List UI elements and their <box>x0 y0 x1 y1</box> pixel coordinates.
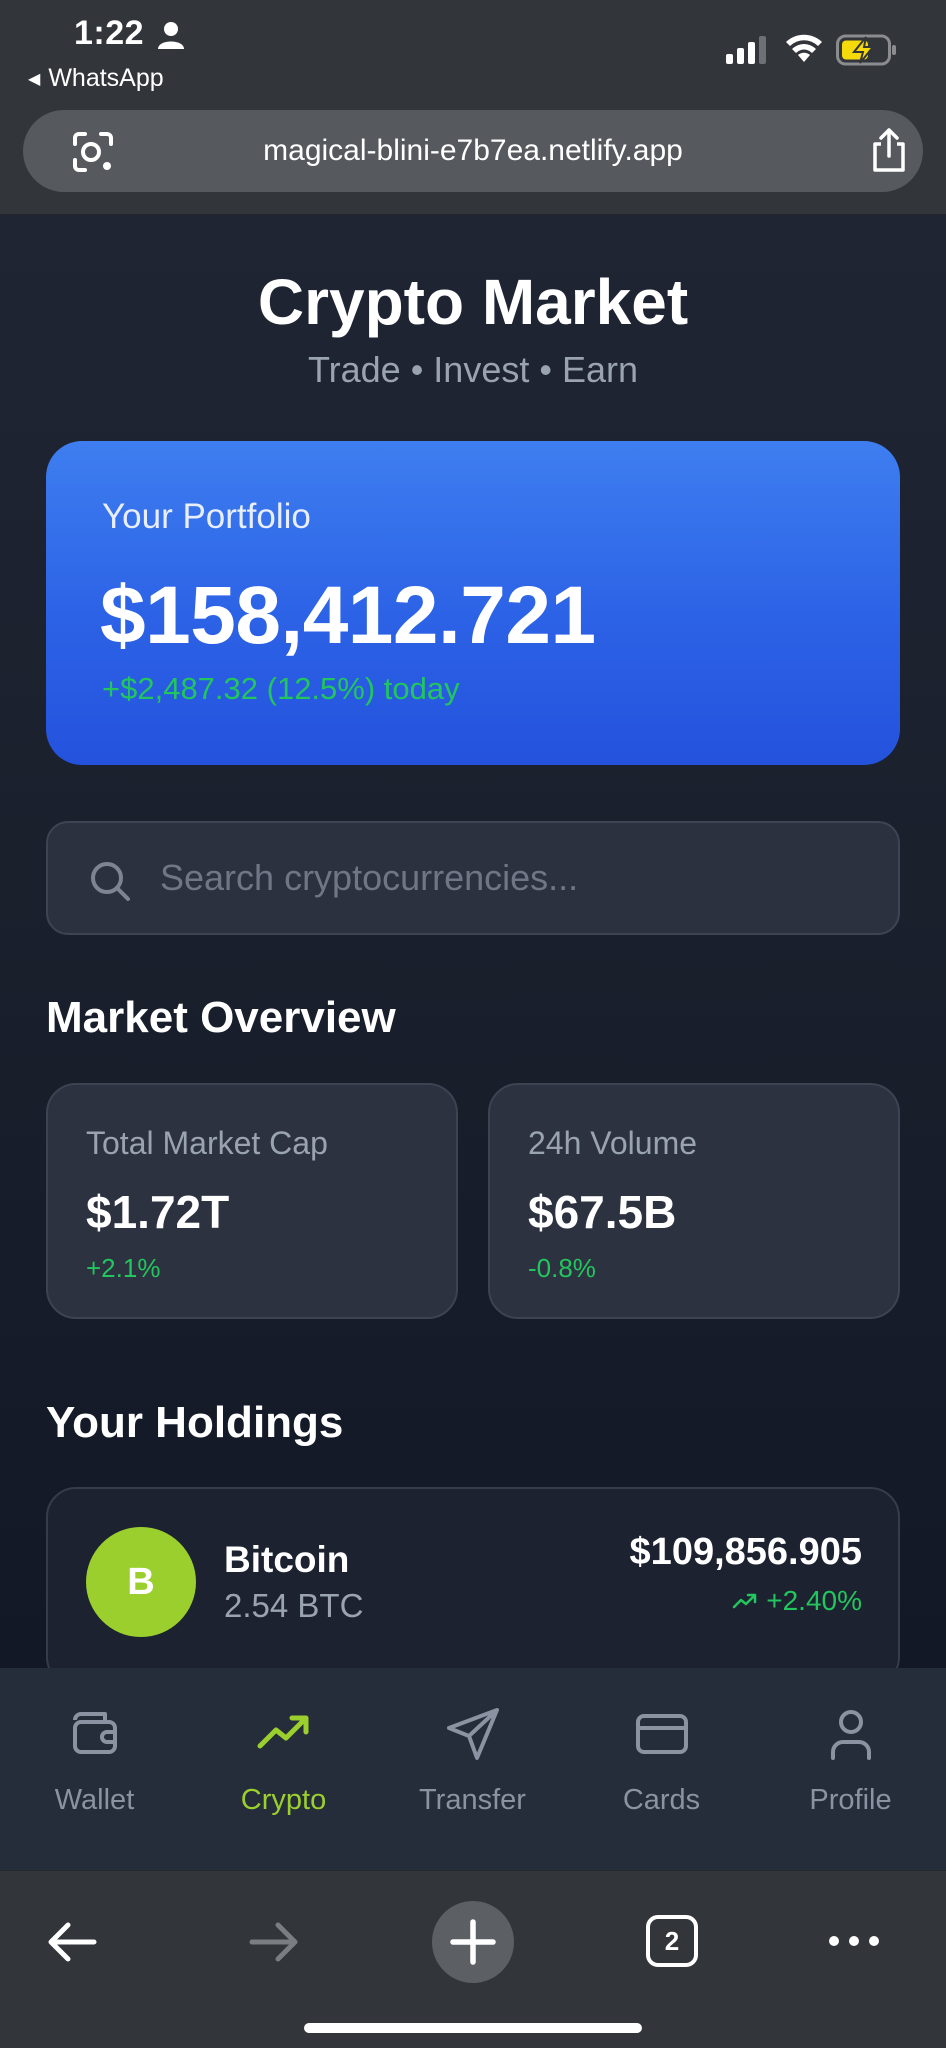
tabs-button[interactable]: 2 <box>646 1915 698 1967</box>
stat-value: $1.72T <box>86 1186 230 1238</box>
stat-label: Total Market Cap <box>86 1125 328 1161</box>
status-time: 1:22 <box>74 14 145 52</box>
coin-amount: 2.54 BTC <box>224 1587 364 1624</box>
wifi-icon <box>786 34 822 62</box>
search-icon <box>91 862 130 901</box>
bottom-nav: Wallet Crypto Transfer Cards Profile <box>0 1668 946 1870</box>
nav-item-cards[interactable]: Cards <box>567 1668 756 1870</box>
page-title: Crypto Market <box>257 266 689 338</box>
back-triangle-icon: ◀ <box>28 70 41 88</box>
portfolio-change: +$2,487.32 (12.5%) today <box>102 671 460 706</box>
stat-change: -0.8% <box>528 1253 596 1283</box>
trending-up-icon <box>733 1593 757 1609</box>
page-content: Crypto Market Trade • Invest • Earn Your… <box>0 215 946 1668</box>
nav-item-profile[interactable]: Profile <box>756 1668 945 1870</box>
portfolio-value: $158,412.721 <box>100 570 596 661</box>
nav-label: Transfer <box>419 1784 526 1816</box>
share-icon[interactable] <box>869 126 909 174</box>
trending-up-icon <box>257 1715 308 1749</box>
holdings-title: Your Holdings <box>46 1398 344 1447</box>
market-cap-card[interactable]: Total Market Cap $1.72T +2.1% <box>46 1083 458 1319</box>
browser-toolbar: 2 <box>0 1870 946 2048</box>
nav-item-wallet[interactable]: Wallet <box>0 1668 189 1870</box>
credit-card-icon <box>635 1714 688 1754</box>
plus-icon <box>450 1919 496 1965</box>
back-app-label: WhatsApp <box>48 64 164 92</box>
forward-arrow-icon[interactable] <box>246 1917 302 1967</box>
nav-label: Profile <box>809 1784 892 1816</box>
volume-card[interactable]: 24h Volume $67.5B -0.8% <box>488 1083 900 1319</box>
address-bar[interactable]: magical-blini-e7b7ea.netlify.app <box>23 110 923 192</box>
portfolio-card[interactable]: Your Portfolio $158,412.721 +$2,487.32 (… <box>46 441 900 765</box>
back-arrow-icon[interactable] <box>44 1917 100 1967</box>
nav-item-transfer[interactable]: Transfer <box>378 1668 567 1870</box>
browser-chrome-top: 1:22 ◀ WhatsApp magical-blini-e7b7ea.net… <box>0 0 946 215</box>
url-text[interactable]: magical-blini-e7b7ea.netlify.app <box>23 110 923 192</box>
nav-item-crypto[interactable]: Crypto <box>189 1668 378 1870</box>
page-subtitle: Trade • Invest • Earn <box>307 349 638 390</box>
nav-label: Crypto <box>240 1784 327 1816</box>
holding-row-bitcoin[interactable]: B Bitcoin 2.54 BTC $109,856.905 +2.40% <box>46 1487 900 1668</box>
user-icon <box>830 1710 871 1760</box>
coin-change-value: +2.40% <box>766 1585 862 1616</box>
stat-value: $67.5B <box>528 1186 677 1238</box>
stat-label: 24h Volume <box>528 1125 698 1161</box>
nav-label: Cards <box>622 1784 701 1816</box>
wallet-icon <box>72 1712 117 1754</box>
home-indicator[interactable] <box>304 2023 642 2033</box>
coin-value: $109,856.905 <box>629 1531 862 1573</box>
nav-label: Wallet <box>54 1784 135 1816</box>
search-input[interactable] <box>160 823 880 933</box>
coin-avatar: B <box>86 1527 196 1637</box>
coin-name: Bitcoin <box>224 1539 350 1580</box>
coin-change: +2.40% <box>732 1585 862 1617</box>
person-icon <box>158 22 184 49</box>
cellular-signal-icon <box>726 36 766 64</box>
send-icon <box>446 1708 499 1760</box>
battery-charging-icon <box>836 34 896 66</box>
market-overview-title: Market Overview <box>46 993 396 1042</box>
back-to-app-link[interactable]: ◀ WhatsApp <box>28 64 164 93</box>
more-icon[interactable] <box>826 1929 882 1953</box>
search-box[interactable] <box>46 821 900 935</box>
stat-change: +2.1% <box>86 1253 161 1283</box>
portfolio-label: Your Portfolio <box>102 497 311 536</box>
new-tab-button[interactable] <box>432 1901 514 1983</box>
